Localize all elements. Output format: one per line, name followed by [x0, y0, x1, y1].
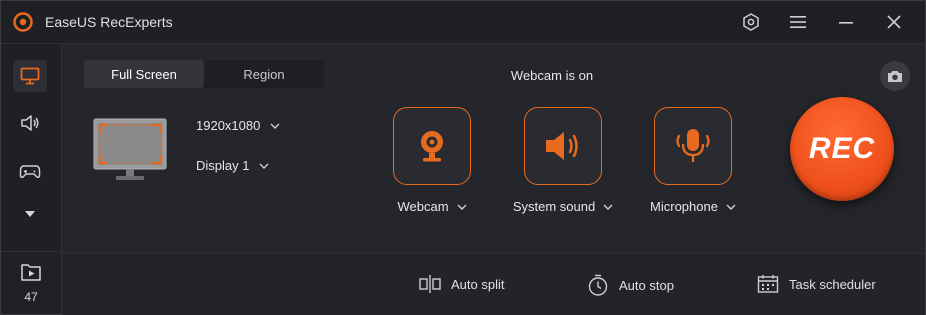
- microphone-label: Microphone: [650, 199, 718, 214]
- microphone-source: Microphone: [623, 107, 763, 214]
- webcam-icon: [421, 131, 443, 162]
- sidebar-more-button[interactable]: [13, 198, 47, 230]
- auto-split-label: Auto split: [451, 276, 505, 292]
- chevron-down-icon: [603, 204, 613, 210]
- main-panel: Full Screen Region 1920x1080 Display 1 W…: [62, 44, 925, 315]
- webcam-dropdown[interactable]: Webcam: [372, 199, 492, 214]
- camera-icon: [888, 71, 902, 82]
- system-sound-toggle-button[interactable]: [524, 107, 602, 185]
- screen-preview-icon: [93, 118, 167, 180]
- close-button[interactable]: [880, 8, 908, 36]
- speaker-icon: [546, 132, 578, 160]
- recordings-count: 47: [24, 290, 38, 304]
- rec-button[interactable]: REC: [790, 97, 894, 201]
- video-folder-icon: [21, 264, 41, 281]
- display-dropdown[interactable]: Display 1: [196, 158, 269, 173]
- auto-stop-label: Auto stop: [619, 277, 674, 293]
- webcam-label: Webcam: [397, 199, 449, 214]
- microphone-dropdown[interactable]: Microphone: [623, 199, 763, 214]
- resolution-value: 1920x1080: [196, 118, 261, 133]
- screenshot-button[interactable]: [880, 61, 910, 91]
- webcam-toggle-button[interactable]: [393, 107, 471, 185]
- chevron-down-icon: [457, 204, 467, 210]
- app-logo-icon: [13, 12, 33, 32]
- app-title: EaseUS RecExperts: [45, 14, 173, 30]
- capture-mode-tabs: Full Screen Region: [84, 60, 324, 88]
- sidebar-item-screen[interactable]: [13, 60, 47, 92]
- hamburger-menu-icon: [790, 16, 806, 28]
- gear-icon: [743, 13, 759, 31]
- chevron-down-icon: [259, 163, 269, 169]
- rec-label: REC: [808, 132, 876, 165]
- settings-button[interactable]: [737, 8, 765, 36]
- tab-full-screen[interactable]: Full Screen: [84, 60, 204, 88]
- monitor-icon: [20, 67, 40, 85]
- split-icon: [419, 275, 441, 293]
- system-sound-label: System sound: [512, 199, 596, 214]
- task-scheduler-label: Task scheduler: [789, 276, 876, 292]
- tab-region[interactable]: Region: [204, 60, 324, 88]
- calendar-icon: [757, 275, 779, 293]
- speaker-icon: [21, 115, 39, 131]
- webcam-status-text: Webcam is on: [510, 68, 594, 83]
- app-window: EaseUS RecExperts 47 Full Screen Region …: [0, 0, 926, 315]
- resolution-dropdown[interactable]: 1920x1080: [196, 118, 280, 133]
- microphone-toggle-button[interactable]: [654, 107, 732, 185]
- sidebar-item-audio[interactable]: [13, 107, 47, 139]
- title-bar: EaseUS RecExperts: [1, 1, 925, 44]
- menu-button[interactable]: [784, 8, 812, 36]
- caret-down-icon: [25, 211, 35, 217]
- auto-split-button[interactable]: Auto split: [419, 274, 504, 294]
- task-scheduler-button[interactable]: Task scheduler: [757, 274, 876, 294]
- webcam-source: Webcam: [372, 107, 492, 214]
- system-sound-dropdown[interactable]: System sound: [493, 199, 633, 214]
- chevron-down-icon: [726, 204, 736, 210]
- sidebar: 47: [1, 44, 62, 314]
- bottom-toolbar: Auto split Auto stop Task scheduler: [62, 253, 925, 315]
- recordings-button[interactable]: 47: [1, 251, 61, 314]
- sidebar-item-game[interactable]: [13, 155, 47, 187]
- display-value: Display 1: [196, 158, 250, 173]
- minimize-icon: [839, 22, 853, 24]
- timer-icon: [588, 274, 608, 296]
- auto-stop-button[interactable]: Auto stop: [587, 274, 674, 296]
- minimize-button[interactable]: [832, 8, 860, 36]
- microphone-icon: [676, 129, 710, 162]
- system-sound-source: System sound: [493, 107, 633, 214]
- close-icon: [887, 15, 901, 29]
- gamepad-icon: [19, 165, 41, 178]
- chevron-down-icon: [270, 123, 280, 129]
